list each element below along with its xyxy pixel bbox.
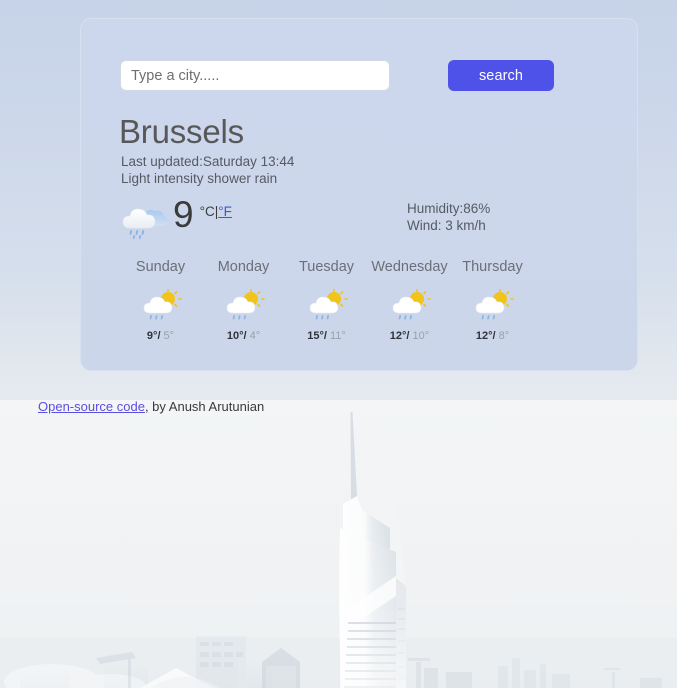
sun-behind-rain-cloud-icon [143, 289, 182, 320]
forecast-temp-min: 10° [409, 330, 430, 342]
forecast-temp-min: 11° [326, 330, 346, 342]
wind-text: Wind: 3 km/h [407, 218, 486, 233]
footer-credit: Open-source code, by Anush Arutunian [38, 399, 264, 414]
humidity-wind-block: Humidity:86% Wind: 3 km/h [407, 200, 490, 234]
current-temperature-group: 9 °C|°F [173, 194, 232, 240]
forecast-temp-max: 12°/ [389, 330, 410, 342]
forecast-row: Sunday 9°/ 5° Monday 10°/ 4° Tuesday 15°… [119, 257, 599, 343]
forecast-day-0: Sunday 9°/ 5° [119, 257, 202, 343]
sun-behind-rain-cloud-icon [475, 289, 514, 320]
forecast-day-3: Wednesday 12°/ 10° [368, 257, 451, 343]
weather-meta: Last updated:Saturday 13:44 Light intens… [121, 153, 294, 187]
temperature-unit-switcher: °C|°F [200, 204, 232, 219]
humidity-text: Humidity:86% [407, 201, 491, 216]
open-source-code-link[interactable]: Open-source code [38, 399, 145, 414]
forecast-temps: 15°/ 11° [285, 329, 368, 343]
shower-rain-icon [122, 208, 169, 239]
forecast-temp-min: 5° [160, 330, 175, 342]
forecast-temp-max: 10°/ [226, 330, 247, 342]
sun-behind-rain-cloud-icon [392, 289, 431, 320]
forecast-temp-max: 15°/ [307, 330, 327, 342]
forecast-temp-max: 12°/ [475, 330, 496, 342]
search-form: search [120, 60, 600, 92]
city-skyline-background-image [0, 400, 677, 688]
forecast-temp-max: 9°/ [146, 330, 161, 342]
sun-behind-rain-cloud-icon [226, 289, 265, 320]
forecast-temp-min: 4° [246, 330, 261, 342]
forecast-temps: 12°/ 8° [451, 329, 534, 343]
unit-fahrenheit-link[interactable]: °F [218, 204, 232, 219]
last-updated-text: Last updated:Saturday 13:44 [121, 154, 295, 169]
weather-card: search Brussels Last updated:Saturday 13… [80, 18, 638, 371]
forecast-day-label: Wednesday [371, 259, 448, 275]
forecast-day-label: Thursday [462, 259, 523, 275]
city-name: Brussels [119, 113, 244, 150]
forecast-day-2: Tuesday 15°/ 11° [285, 257, 368, 343]
current-temperature-value: 9 [173, 194, 194, 235]
forecast-day-1: Monday 10°/ 4° [202, 257, 285, 343]
weather-description-text: Light intensity shower rain [121, 171, 278, 186]
search-button[interactable]: search [448, 60, 554, 91]
forecast-day-label: Monday [217, 259, 270, 275]
forecast-temps: 9°/ 5° [119, 329, 202, 343]
forecast-day-4: Thursday 12°/ 8° [451, 257, 534, 343]
current-conditions-row: 9 °C|°F Humidity:86% Wind: 3 km/h [117, 194, 607, 246]
sun-behind-rain-cloud-icon [309, 289, 348, 320]
forecast-temps: 10°/ 4° [202, 329, 285, 343]
footer-credit-text: , by Anush Arutunian [144, 399, 265, 414]
forecast-temps: 12°/ 10° [368, 329, 451, 343]
forecast-day-label: Tuesday [298, 259, 355, 275]
unit-celsius-label: °C| [199, 204, 219, 219]
forecast-temp-min: 8° [495, 330, 510, 342]
search-input[interactable] [120, 60, 390, 91]
forecast-day-label: Sunday [135, 259, 186, 275]
